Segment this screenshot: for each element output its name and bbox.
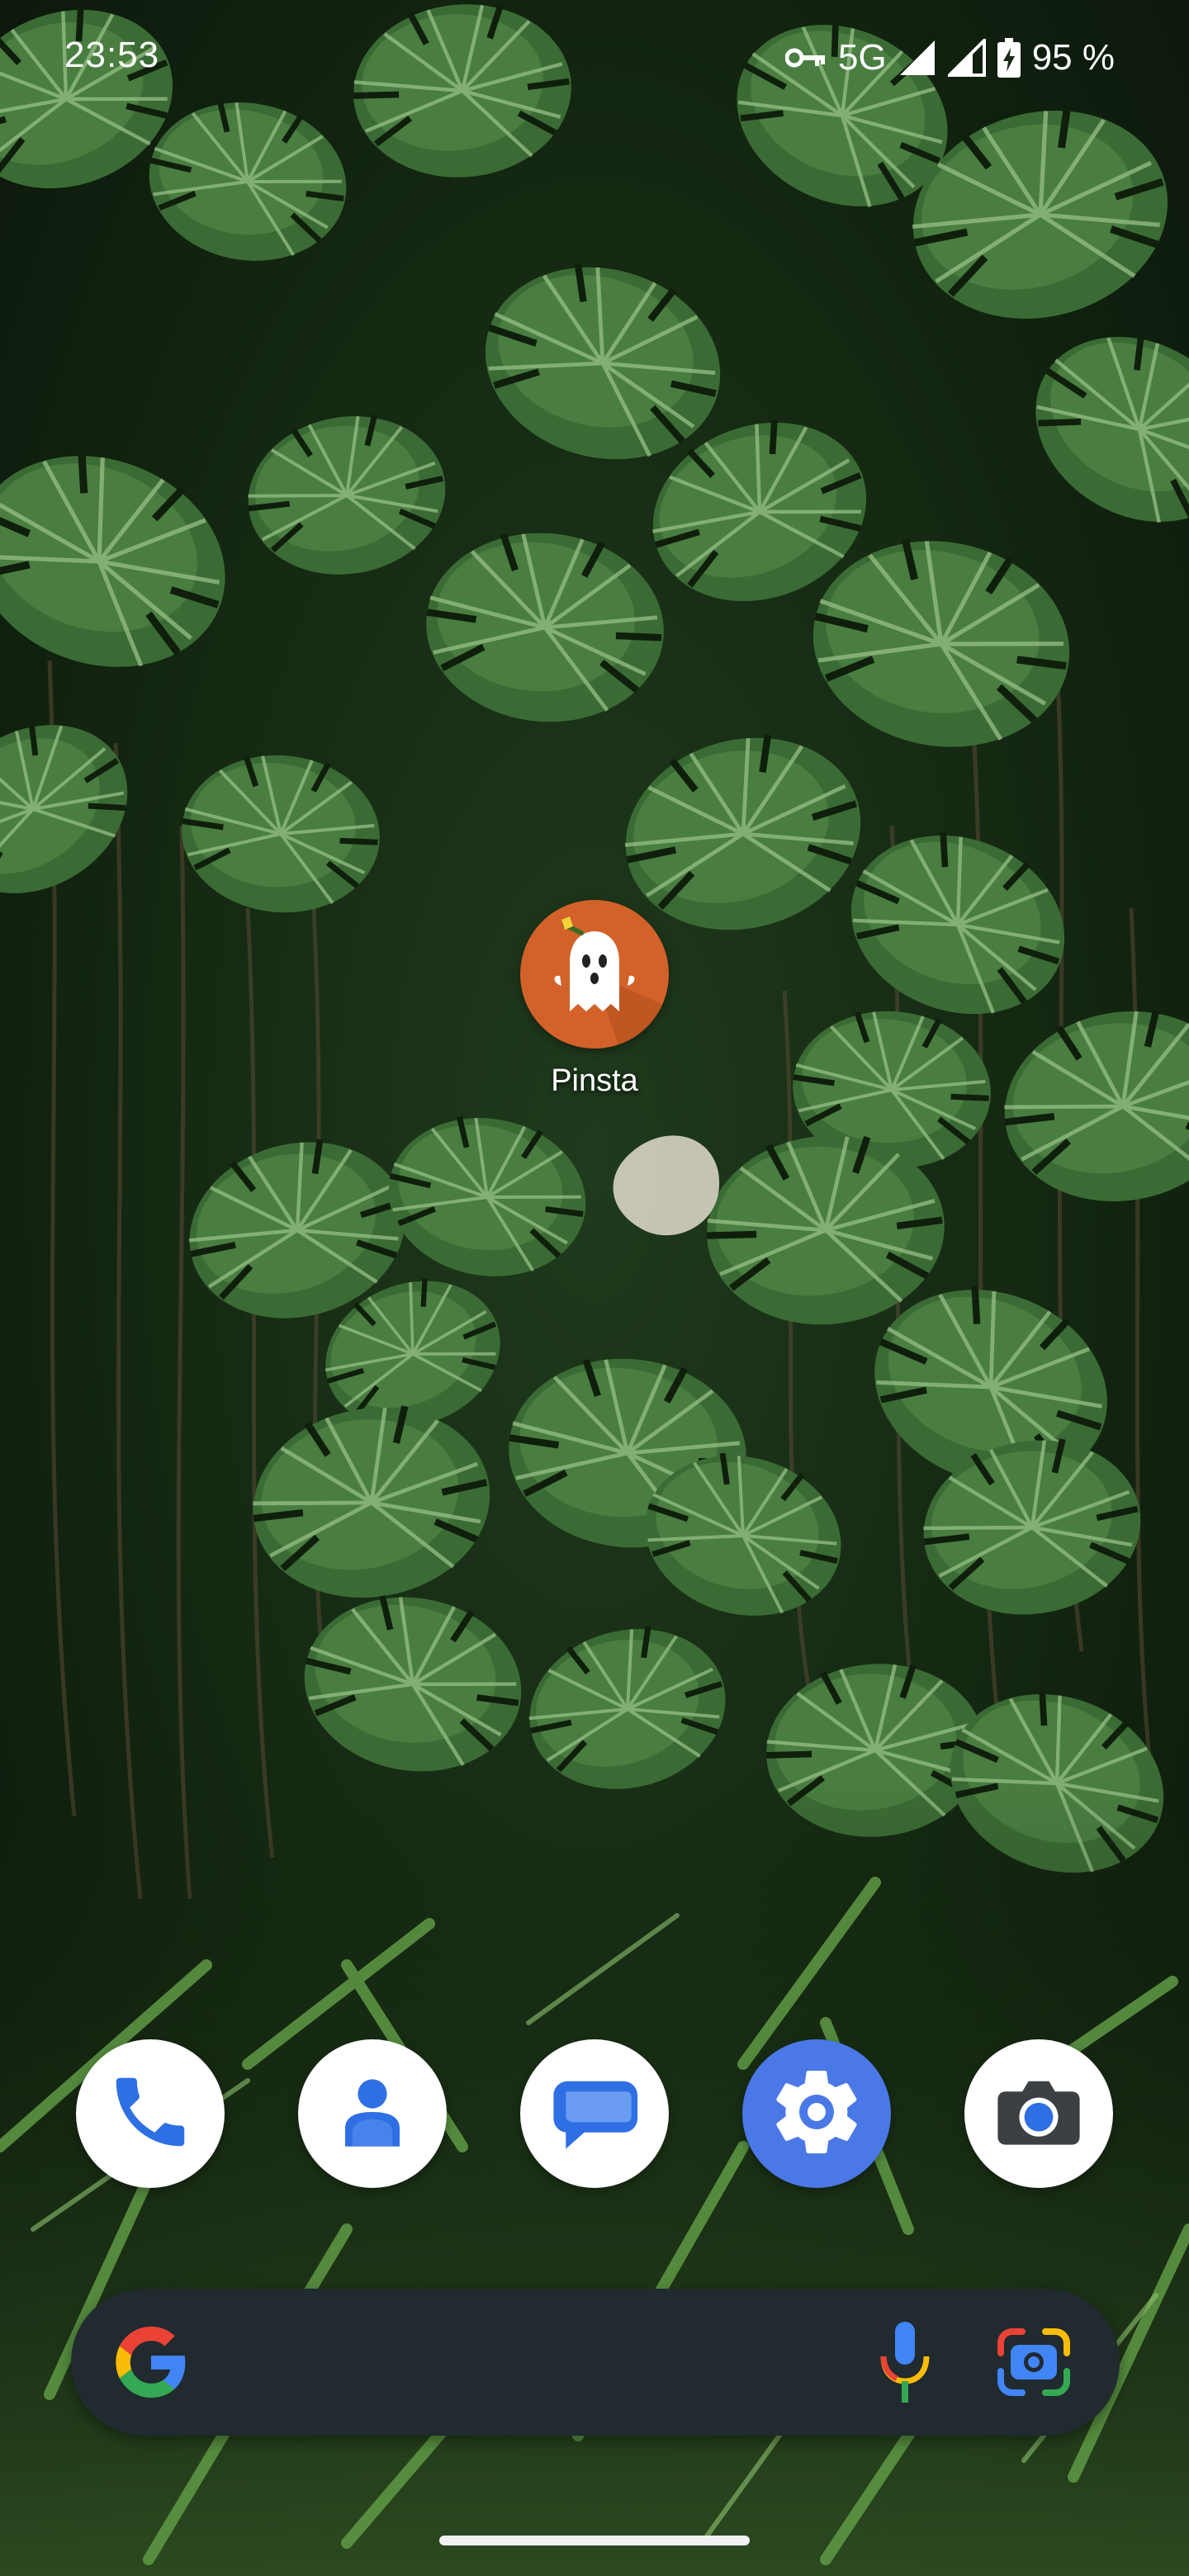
- status-time: 23:53: [64, 35, 160, 75]
- dock-contacts-button[interactable]: [298, 2039, 447, 2188]
- dock-settings-button[interactable]: [742, 2039, 891, 2188]
- dock: [76, 2039, 1113, 2188]
- signal-icon: [947, 39, 986, 77]
- google-g-icon: [112, 2323, 190, 2405]
- camera-icon: [988, 2061, 1090, 2167]
- messages-icon: [543, 2061, 646, 2167]
- phone-icon: [105, 2067, 196, 2162]
- microphone-icon[interactable]: [864, 2318, 946, 2410]
- wallpaper-background: [0, 0, 1189, 2576]
- battery-charging-icon: [997, 38, 1021, 78]
- dock-messages-button[interactable]: [520, 2039, 669, 2188]
- ghost-icon: [520, 900, 669, 1049]
- app-pinsta[interactable]: Pinsta: [520, 900, 669, 1099]
- status-icons: 5G 95 %: [785, 35, 1115, 81]
- vpn-key-icon: [785, 45, 827, 70]
- gesture-navigation-bar[interactable]: [439, 2536, 750, 2545]
- battery-percentage: 95 %: [1031, 37, 1115, 78]
- dock-camera-button[interactable]: [964, 2039, 1113, 2188]
- google-search-bar[interactable]: [71, 2289, 1120, 2436]
- google-lens-icon[interactable]: [994, 2325, 1073, 2403]
- network-type: 5G: [838, 37, 887, 78]
- contacts-icon: [327, 2067, 418, 2162]
- dock-phone-button[interactable]: [76, 2039, 225, 2188]
- signal-icon: [898, 39, 936, 77]
- status-bar: 23:53 5G 95 %: [0, 0, 1189, 116]
- app-label: Pinsta: [551, 1063, 638, 1098]
- gear-icon: [767, 2062, 866, 2166]
